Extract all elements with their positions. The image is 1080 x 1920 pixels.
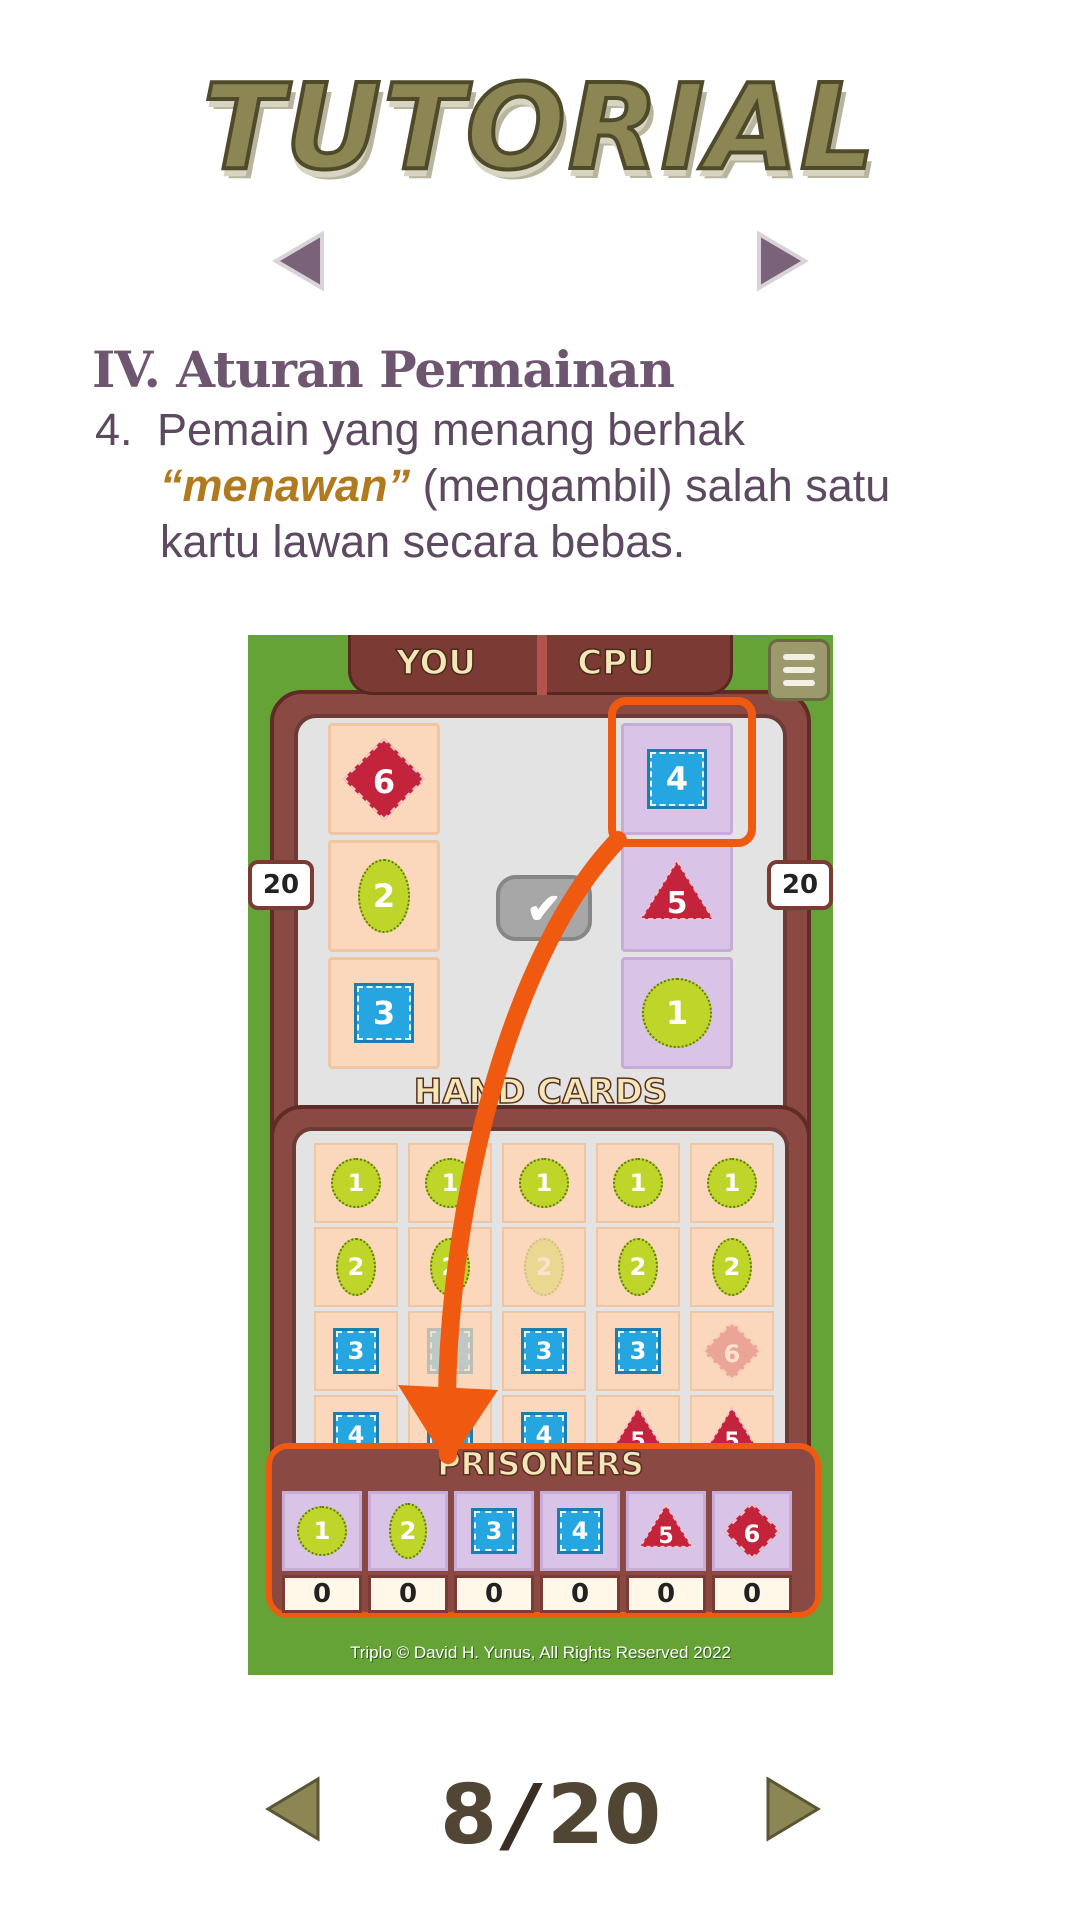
tutorial-title: TUTORIAL: [201, 56, 878, 198]
next-page-button[interactable]: [764, 1775, 824, 1843]
page-total: 20: [547, 1768, 662, 1863]
prev-page-button[interactable]: [262, 1775, 322, 1843]
rule-line-3: kartu lawan secara bebas.: [160, 516, 686, 567]
arrow-left-icon: [272, 230, 324, 292]
arrow-right-icon: [766, 1776, 821, 1842]
arrow-right-icon: [757, 230, 809, 292]
rule-emphasis: “menawan”: [160, 460, 411, 511]
copyright-text: Triplo © David H. Yunus, All Rights Rese…: [349, 1643, 732, 1662]
game-screenshot: 6 2 3 4 5 1 YOU CPU 20 20 ✔ 1 1 1 1 1 2 …: [248, 635, 833, 1675]
page-separator: /: [507, 1768, 538, 1863]
rule-line-2: (mengambil) salah satu: [410, 460, 891, 511]
rule-number: 4.: [95, 404, 133, 455]
rule-line-1: Pemain yang menang berhak: [157, 404, 745, 455]
rule-text: 4. Pemain yang menang berhak “menawan” (m…: [95, 402, 1025, 570]
section-heading: IV. Aturan Permainan: [92, 340, 675, 399]
capture-arrow-icon: [398, 831, 627, 1465]
prev-arrow-top[interactable]: [270, 230, 326, 292]
page-current: 8: [440, 1768, 498, 1863]
arrow-left-icon: [265, 1776, 320, 1842]
next-arrow-top[interactable]: [755, 230, 811, 292]
page-counter: 8/20: [440, 1768, 700, 1863]
